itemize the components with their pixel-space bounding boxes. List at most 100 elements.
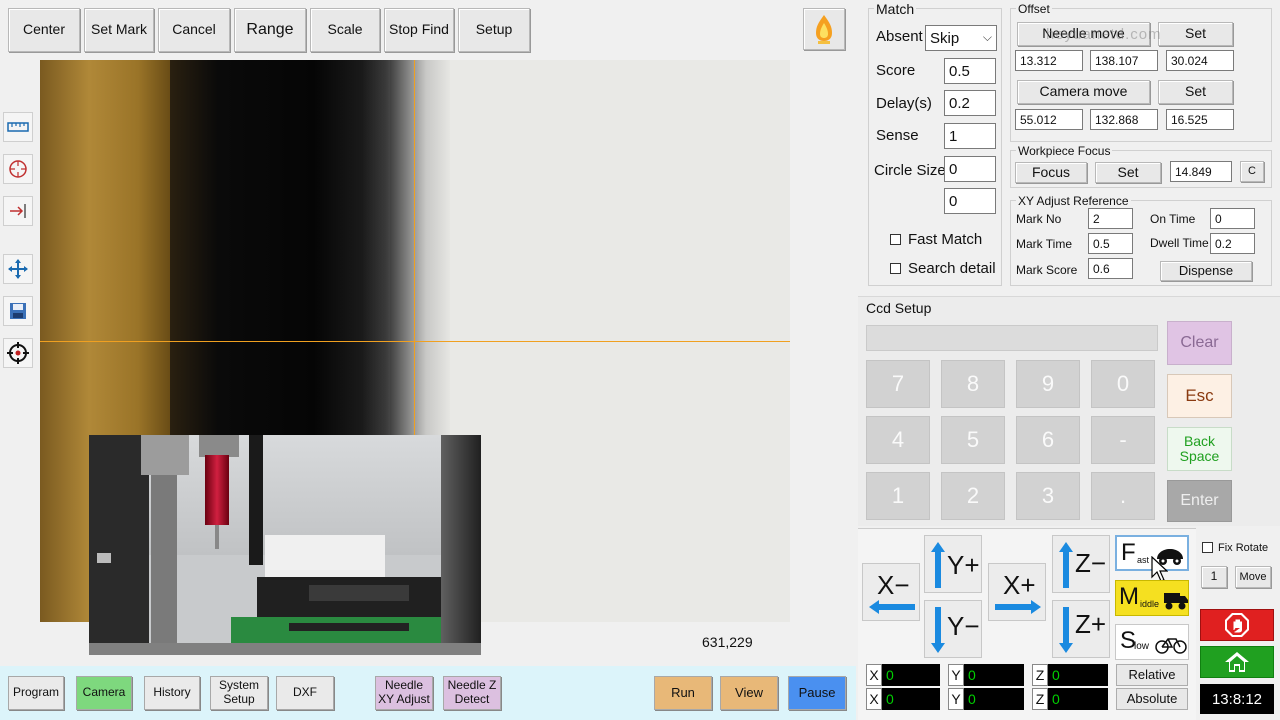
search-detail-checkbox[interactable] xyxy=(890,263,901,274)
stop-hand-icon xyxy=(1225,613,1249,637)
view-button[interactable]: View xyxy=(720,676,778,710)
camera-move-button[interactable]: Camera move xyxy=(1017,80,1150,104)
system-setup-button[interactable]: System Setup xyxy=(210,676,268,710)
fix-rotate-label: Fix Rotate xyxy=(1218,542,1269,554)
save-icon[interactable] xyxy=(3,296,33,326)
search-detail-label: Search detail xyxy=(908,260,996,277)
setup-button[interactable]: Setup xyxy=(458,8,530,52)
ruler-icon[interactable] xyxy=(3,112,33,142)
camera-button[interactable]: Camera xyxy=(76,676,132,710)
dxf-button[interactable]: DXF xyxy=(276,676,334,710)
on-time-label: On Time xyxy=(1150,212,1196,226)
z-minus-button[interactable]: Z− xyxy=(1052,535,1110,593)
clock-display: 13:8:12 xyxy=(1200,684,1274,714)
focus-set-button[interactable]: Set xyxy=(1095,162,1161,183)
set-mark-button[interactable]: Set Mark xyxy=(84,8,154,52)
y-plus-button[interactable]: Y+ xyxy=(924,535,982,593)
camera-x-field[interactable]: 55.012 xyxy=(1015,109,1083,130)
crosshair-icon[interactable] xyxy=(3,338,33,368)
dispense-button[interactable]: Dispense xyxy=(1160,261,1252,281)
camera-y-field[interactable]: 132.868 xyxy=(1090,109,1158,130)
needle-z-field[interactable]: 30.024 xyxy=(1166,50,1234,71)
delay-label: Delay(s) xyxy=(876,95,932,112)
history-button[interactable]: History xyxy=(144,676,200,710)
camera-z-field[interactable]: 16.525 xyxy=(1166,109,1234,130)
focus-c-button[interactable]: C xyxy=(1240,161,1264,182)
pause-button[interactable]: Pause xyxy=(788,676,846,710)
backspace-button[interactable]: Back Space xyxy=(1167,427,1232,471)
cancel-button[interactable]: Cancel xyxy=(158,8,230,52)
circle-size-input-2[interactable]: 0 xyxy=(944,188,996,214)
absolute-button[interactable]: Absolute xyxy=(1116,688,1188,710)
keypad-key[interactable]: 0 xyxy=(1091,360,1155,408)
mark-time-label: Mark Time xyxy=(1016,237,1073,251)
ccd-setup-tab[interactable]: Ccd Setup xyxy=(866,300,931,316)
relative-button[interactable]: Relative xyxy=(1116,664,1188,686)
circle-size-input-1[interactable]: 0 xyxy=(944,156,996,182)
keypad-key[interactable]: 5 xyxy=(941,416,1005,464)
keypad-key[interactable]: 4 xyxy=(866,416,930,464)
enter-arrow-icon[interactable] xyxy=(3,196,33,226)
keypad-key[interactable]: 8 xyxy=(941,360,1005,408)
needle-z-detect-button[interactable]: Needle Z Detect xyxy=(443,676,501,710)
home-button[interactable] xyxy=(1200,646,1274,678)
rotate-value-button[interactable]: 1 xyxy=(1201,566,1227,588)
ccd-display-field xyxy=(866,325,1158,351)
on-time-field[interactable]: 0 xyxy=(1210,208,1255,229)
keypad-key[interactable]: 1 xyxy=(866,472,930,520)
needle-x-field[interactable]: 13.312 xyxy=(1015,50,1083,71)
esc-button[interactable]: Esc xyxy=(1167,374,1232,418)
home-icon xyxy=(1225,652,1249,672)
needle-xy-adjust-button[interactable]: Needle XY Adjust xyxy=(375,676,433,710)
stop-find-button[interactable]: Stop Find xyxy=(384,8,454,52)
mark-time-field[interactable]: 0.5 xyxy=(1088,233,1133,254)
match-group-title: Match xyxy=(874,1,917,17)
circle-target-icon[interactable] xyxy=(3,154,33,184)
range-button[interactable]: Range xyxy=(234,8,306,52)
light-icon[interactable] xyxy=(803,8,845,50)
mark-no-field[interactable]: 2 xyxy=(1088,208,1133,229)
absent-label: Absent xyxy=(876,28,923,45)
sense-label: Sense xyxy=(876,127,919,144)
keypad-key[interactable]: 6 xyxy=(1016,416,1080,464)
bicycle-icon xyxy=(1155,638,1187,654)
needle-y-field[interactable]: 138.107 xyxy=(1090,50,1158,71)
emergency-stop-button[interactable] xyxy=(1200,609,1274,641)
enter-button[interactable]: Enter xyxy=(1167,480,1232,522)
run-button[interactable]: Run xyxy=(654,676,712,710)
absent-select[interactable]: Skip ⌵ xyxy=(925,25,997,51)
focus-button[interactable]: Focus xyxy=(1015,162,1087,183)
keypad-key[interactable]: 3 xyxy=(1016,472,1080,520)
mark-score-field[interactable]: 0.6 xyxy=(1088,258,1133,279)
keypad-key[interactable]: - xyxy=(1091,416,1155,464)
move-cross-icon[interactable] xyxy=(3,254,33,284)
keypad-key[interactable]: 7 xyxy=(866,360,930,408)
delay-input[interactable]: 0.2 xyxy=(944,90,996,116)
fix-rotate-checkbox[interactable] xyxy=(1202,542,1213,553)
z-plus-button[interactable]: Z+ xyxy=(1052,600,1110,658)
scale-button[interactable]: Scale xyxy=(310,8,380,52)
xy-adjust-title: XY Adjust Reference xyxy=(1016,194,1131,208)
keypad-key[interactable]: 2 xyxy=(941,472,1005,520)
x-minus-button[interactable]: X− xyxy=(862,563,920,621)
camera-set-button[interactable]: Set xyxy=(1158,80,1233,104)
keypad-key[interactable]: . xyxy=(1091,472,1155,520)
fast-match-checkbox[interactable] xyxy=(890,234,901,245)
middle-speed-button[interactable]: M iddle xyxy=(1115,580,1189,616)
y-minus-button[interactable]: Y− xyxy=(924,600,982,658)
score-input[interactable]: 0.5 xyxy=(944,58,996,84)
slow-speed-button[interactable]: S low xyxy=(1115,624,1189,660)
x-plus-button[interactable]: X+ xyxy=(988,563,1046,621)
needle-set-button[interactable]: Set xyxy=(1158,22,1233,46)
keypad-key[interactable]: 9 xyxy=(1016,360,1080,408)
watermark: hoyuanetd.com xyxy=(1046,26,1162,43)
rotate-move-button[interactable]: Move xyxy=(1235,566,1271,588)
program-button[interactable]: Program xyxy=(8,676,64,710)
center-button[interactable]: Center xyxy=(8,8,80,52)
slow-sub-label: low xyxy=(1134,641,1150,652)
sense-input[interactable]: 1 xyxy=(944,123,996,149)
clear-button[interactable]: Clear xyxy=(1167,321,1232,365)
dwell-time-field[interactable]: 0.2 xyxy=(1210,233,1255,254)
workpiece-focus-title: Workpiece Focus xyxy=(1016,144,1113,158)
focus-value-field[interactable]: 14.849 xyxy=(1170,161,1232,182)
